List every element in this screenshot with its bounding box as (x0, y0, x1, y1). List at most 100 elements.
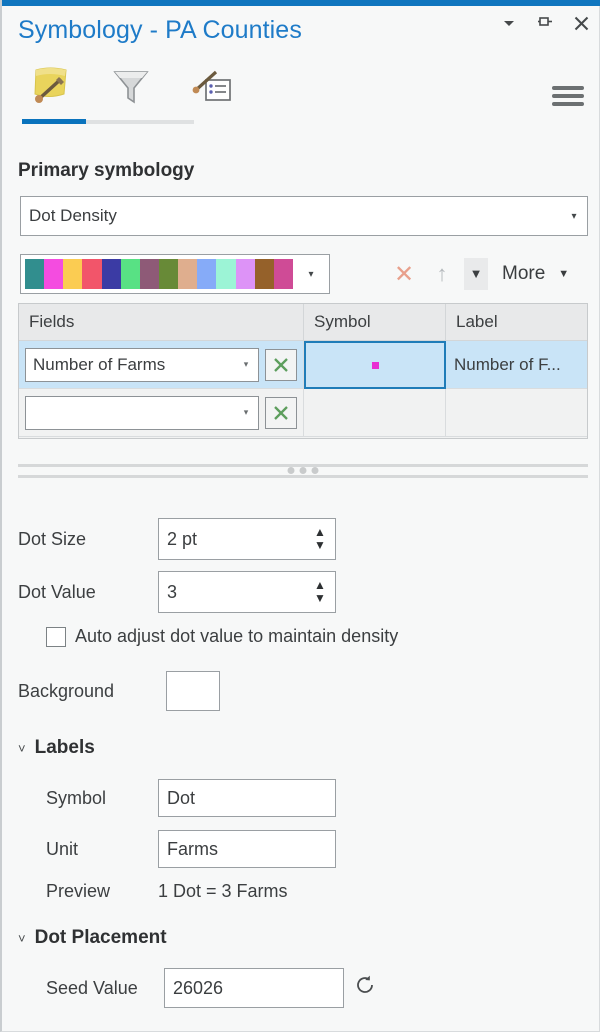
more-chevron-icon[interactable]: ▼ (558, 268, 569, 280)
color-scheme-dropdown[interactable]: ▾ (20, 254, 330, 294)
field-dropdown[interactable]: Number of Farms ▾ (25, 347, 259, 382)
color-swatch-9 (197, 259, 217, 289)
chevron-down-icon: ▾ (243, 407, 249, 417)
move-field-up-button[interactable]: ↑ (426, 258, 458, 290)
chevron-down-icon: ▾ (243, 359, 249, 369)
labels-group-title: Labels (34, 737, 95, 758)
color-swatch-4 (101, 259, 121, 289)
dot-placement-group-title: Dot Placement (34, 927, 167, 948)
color-swatch-10 (216, 259, 236, 289)
stepper-up-icon[interactable]: ▲ (314, 579, 326, 591)
tab-gallery[interactable] (22, 58, 80, 114)
tab-list (22, 58, 240, 114)
arcade-expression-icon[interactable] (265, 396, 297, 429)
stepper-down-icon[interactable]: ▼ (314, 591, 326, 603)
chevron-down-icon: ▾ (308, 268, 314, 280)
refresh-icon[interactable] (350, 970, 380, 1000)
color-swatch-13 (273, 259, 293, 289)
table-row[interactable]: Number of Farms ▾ Number of F... (19, 341, 587, 389)
cell-symbol[interactable] (304, 341, 446, 389)
seed-value-input[interactable]: 26026 (164, 968, 344, 1008)
fields-table: Fields Symbol Label Number of Farms ▾ Nu… (18, 303, 588, 439)
chevron-down-icon: ▾ (571, 210, 577, 222)
splitter-line (18, 475, 588, 478)
label-symbol-label: Symbol (46, 788, 107, 808)
field-value: Number of Farms (33, 354, 166, 374)
field-dropdown[interactable]: ▾ (25, 395, 259, 430)
dot-value-value: 3 (167, 581, 178, 602)
background-label: Background (18, 681, 115, 701)
column-header-fields: Fields (19, 304, 304, 340)
panel-title: Symbology - PA Counties (18, 15, 302, 44)
hamburger-menu-icon[interactable] (552, 84, 584, 108)
more-button[interactable]: More (502, 263, 545, 285)
stepper-up-icon[interactable]: ▲ (314, 526, 326, 538)
tabstrip (2, 58, 600, 132)
cell-label[interactable] (446, 389, 587, 437)
seed-value-label: Seed Value (46, 978, 138, 998)
color-swatch-1 (44, 259, 64, 289)
auto-adjust-checkbox[interactable] (46, 626, 66, 647)
primary-symbology-heading: Primary symbology (18, 160, 195, 181)
column-header-label: Label (456, 312, 498, 331)
move-field-down-button[interactable]: ▼ (464, 258, 488, 290)
titlebar-controls (498, 12, 592, 34)
tab-active-indicator (22, 119, 86, 124)
panel-titlebar: Symbology - PA Counties (2, 6, 600, 54)
tab-vary-by-attribute[interactable] (102, 58, 160, 114)
tab-advanced-symbol-options[interactable] (182, 58, 240, 114)
color-swatch-5 (120, 259, 140, 289)
labels-group-header[interactable]: ˅ Labels (18, 737, 95, 759)
dot-size-value: 2 pt (167, 528, 198, 549)
primary-symbology-dropdown[interactable]: Dot Density ▾ (20, 196, 588, 236)
label-preview-label: Preview (46, 881, 111, 901)
label-unit-input[interactable]: Farms (158, 830, 336, 868)
label-unit-value: Farms (167, 838, 218, 859)
dot-size-label: Dot Size (18, 529, 87, 549)
cell-symbol[interactable] (304, 389, 446, 437)
color-scheme-ramp (25, 259, 293, 289)
color-swatch-12 (254, 259, 274, 289)
auto-adjust-row[interactable]: Auto adjust dot value to maintain densit… (46, 626, 398, 647)
close-icon[interactable] (570, 12, 592, 34)
cell-label[interactable]: Number of F... (446, 341, 587, 389)
color-swatch-7 (158, 259, 179, 289)
color-swatch-0 (25, 259, 45, 289)
background-color-swatch[interactable] (166, 671, 220, 711)
cell-fields: Number of Farms ▾ (19, 341, 304, 389)
color-swatch-2 (63, 259, 83, 289)
table-row[interactable]: ▾ (19, 389, 587, 437)
stepper-arrows[interactable]: ▲ ▼ (305, 572, 335, 612)
splitter-grip-icon (287, 467, 319, 474)
menu-dropdown-icon[interactable] (498, 12, 520, 34)
move-down-arrow-icon: ▼ (469, 266, 483, 282)
color-swatch-11 (235, 259, 255, 289)
panel-splitter[interactable] (18, 462, 588, 480)
color-swatch-6 (139, 259, 159, 289)
column-header-symbol: Symbol (304, 304, 446, 340)
brush-list-icon (192, 70, 231, 101)
dot-symbol-preview (371, 361, 379, 369)
fields-table-header: Fields Symbol Label (19, 304, 587, 341)
stepper-arrows[interactable]: ▲ ▼ (305, 519, 335, 559)
auto-adjust-label: Auto adjust dot value to maintain densit… (75, 626, 399, 646)
symbology-gallery-icon (34, 67, 67, 103)
color-swatch-8 (178, 259, 198, 289)
remove-field-button[interactable]: ✕ (388, 258, 420, 290)
field-toolbar: ✕ ↑ ▼ More ▼ (388, 258, 569, 290)
arcade-expression-icon[interactable] (265, 348, 297, 381)
dot-size-stepper[interactable]: 2 pt ▲ ▼ (158, 518, 336, 560)
seed-value-value: 26026 (173, 977, 224, 998)
color-swatch-3 (82, 259, 102, 289)
label-symbol-value: Dot (167, 787, 196, 808)
chevron-down-icon: ˅ (18, 740, 26, 756)
funnel-icon (113, 71, 149, 104)
dot-value-stepper[interactable]: 3 ▲ ▼ (158, 571, 336, 613)
primary-symbology-value: Dot Density (29, 206, 117, 225)
dot-value-label: Dot Value (18, 582, 96, 602)
cell-fields: ▾ (19, 389, 304, 437)
stepper-down-icon[interactable]: ▼ (314, 538, 326, 550)
label-symbol-input[interactable]: Dot (158, 779, 336, 817)
auto-hide-pin-icon[interactable] (534, 12, 556, 34)
dot-placement-group-header[interactable]: ˅ Dot Placement (18, 927, 167, 949)
